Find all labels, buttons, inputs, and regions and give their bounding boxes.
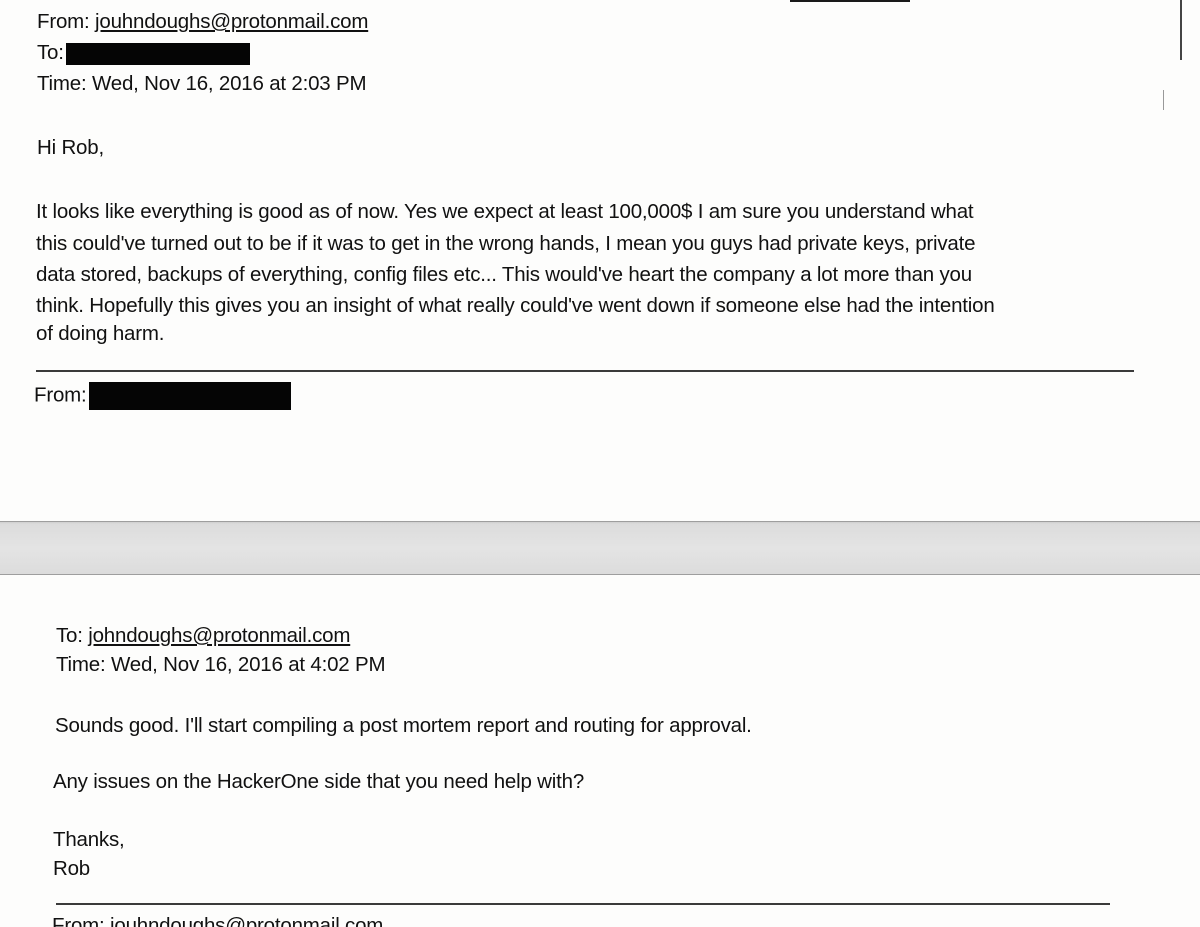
email-2-time-line: Time: Wed, Nov 16, 2016 at 4:02 PM — [56, 653, 386, 676]
email-1-time-line: Time: Wed, Nov 16, 2016 at 2:03 PM — [37, 72, 367, 95]
email-1-body-line: this could've turned out to be if it was… — [36, 232, 976, 255]
redacted-sender — [88, 382, 291, 410]
image-separator — [0, 521, 1200, 575]
email-2-signoff: Thanks, — [53, 828, 125, 851]
email-1-body-line: It looks like everything is good as of n… — [36, 200, 974, 223]
email-2-to-line: To: johndoughs@protonmail.com — [56, 624, 350, 648]
email-page-top: From: jouhndoughs@protonmail.com To: Tim… — [0, 0, 1200, 523]
email-2-quoted-from-partial: From: jouhndoughs@protonmail.com — [52, 914, 384, 927]
email-1-from-line: From: jouhndoughs@protonmail.com — [37, 10, 368, 34]
from-label: From: — [37, 10, 90, 33]
email-1-quoted-from-line: From: — [34, 382, 291, 410]
email-divider — [56, 903, 1110, 905]
email-1-body-line: think. Hopefully this gives you an insig… — [36, 294, 995, 317]
email-1-to-line: To: — [37, 41, 250, 65]
scan-speck — [1163, 90, 1164, 110]
email-1-body-line: data stored, backups of everything, conf… — [36, 263, 972, 286]
sender-email-link[interactable]: jouhndoughs@protonmail.com — [95, 10, 368, 33]
email-page-bottom: To: johndoughs@protonmail.com Time: Wed,… — [0, 575, 1200, 927]
email-2-body-line: Any issues on the HackerOne side that yo… — [53, 770, 585, 793]
from-label: From: — [34, 383, 87, 407]
email-1-body-line: of doing harm. — [36, 322, 165, 345]
scan-edge-mark — [1180, 0, 1182, 60]
recipient-email-link[interactable]: johndoughs@protonmail.com — [88, 624, 350, 647]
email-2-body-line: Sounds good. I'll start compiling a post… — [55, 714, 752, 737]
email-divider — [36, 370, 1134, 372]
email-2-signature: Rob — [53, 857, 91, 880]
to-label: To: — [56, 624, 83, 647]
scan-edge-mark — [790, 0, 910, 2]
email-1-greeting: Hi Rob, — [37, 136, 104, 159]
to-label: To: — [37, 41, 64, 64]
redacted-recipient — [65, 42, 250, 65]
